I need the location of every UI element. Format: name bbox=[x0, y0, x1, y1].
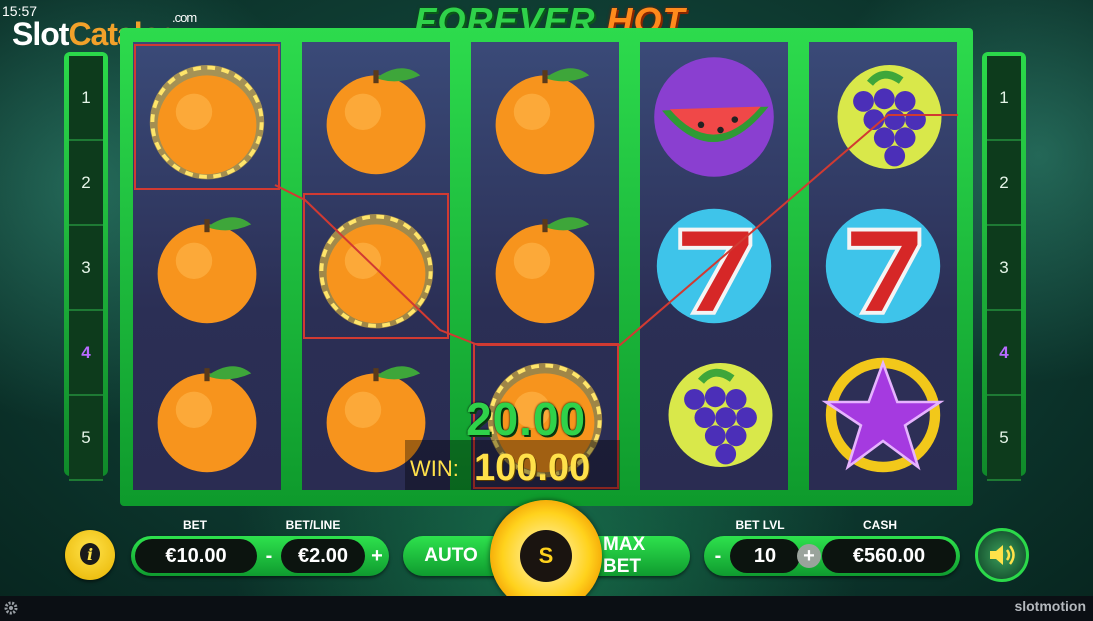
payline-left-4[interactable]: 4 bbox=[69, 311, 103, 396]
symbol-orange-icon bbox=[471, 42, 619, 192]
symbol-orange-icon bbox=[133, 191, 281, 341]
betlvl-cash-display: - 10 + €560.00 bbox=[704, 536, 960, 576]
symbol-grapes-icon bbox=[809, 42, 957, 192]
symbol-orange-icon bbox=[133, 340, 281, 490]
payline-indicator-left: 1 2 3 4 5 bbox=[64, 52, 108, 481]
info-button[interactable]: i bbox=[65, 530, 115, 580]
bet-label: BET bbox=[183, 518, 207, 532]
sound-button[interactable] bbox=[975, 528, 1029, 582]
payline-left-3[interactable]: 3 bbox=[69, 226, 103, 311]
symbol-orange-icon bbox=[471, 191, 619, 341]
betline-label: BET/LINE bbox=[285, 518, 341, 532]
cash-label: CASH bbox=[862, 518, 897, 532]
betlvl-plus-button[interactable]: + bbox=[797, 544, 821, 568]
total-win-amount: 100.00 bbox=[474, 447, 591, 489]
spin-icon: S bbox=[520, 530, 572, 582]
line-win-amount: 20.00 bbox=[466, 393, 587, 445]
symbol-star-icon bbox=[809, 340, 957, 490]
symbol-seven-icon bbox=[809, 191, 957, 341]
betline-plus-button[interactable]: + bbox=[365, 536, 389, 576]
betlvl-label: BET LVL bbox=[735, 518, 785, 532]
provider-logo: slotmotion bbox=[1014, 598, 1086, 614]
info-icon: i bbox=[80, 543, 100, 565]
watermark-suffix: .com bbox=[172, 10, 197, 25]
payline-right-2[interactable]: 2 bbox=[987, 141, 1021, 226]
payline-right-5[interactable]: 5 bbox=[987, 396, 1021, 481]
payline-left-2[interactable]: 2 bbox=[69, 141, 103, 226]
payline-left-5[interactable]: 5 bbox=[69, 396, 103, 481]
watermark-part1: Slot bbox=[12, 16, 69, 52]
symbol-orange-icon bbox=[302, 42, 450, 192]
betline-minus-button[interactable]: - bbox=[257, 536, 281, 576]
betline-value: €2.00 bbox=[281, 539, 365, 573]
bet-value: €10.00 bbox=[135, 539, 257, 573]
cash-value: €560.00 bbox=[822, 539, 956, 573]
symbol-watermelon-icon bbox=[640, 42, 788, 192]
payline-left-1[interactable]: 1 bbox=[69, 56, 103, 141]
win-box-reel1 bbox=[134, 44, 280, 190]
win-label: WIN: bbox=[410, 456, 459, 481]
reel-4 bbox=[640, 42, 788, 490]
payline-right-1[interactable]: 1 bbox=[987, 56, 1021, 141]
reel-5 bbox=[809, 42, 957, 490]
symbol-seven-icon bbox=[640, 191, 788, 341]
auto-button[interactable]: AUTO bbox=[413, 536, 489, 576]
betlvl-minus-button[interactable]: - bbox=[706, 536, 730, 576]
speaker-icon bbox=[990, 545, 1015, 565]
max-bet-button[interactable]: MAX BET bbox=[603, 534, 687, 577]
win-box-reel2 bbox=[303, 193, 449, 339]
bet-display: €10.00 - €2.00 + bbox=[131, 536, 389, 576]
payline-indicator-right: 1 2 3 4 5 bbox=[982, 52, 1026, 481]
gear-icon[interactable] bbox=[3, 600, 19, 616]
betlvl-value: 10 bbox=[730, 539, 800, 573]
payline-right-3[interactable]: 3 bbox=[987, 226, 1021, 311]
bottom-bar bbox=[0, 596, 1093, 621]
payline-right-4[interactable]: 4 bbox=[987, 311, 1021, 396]
symbol-grapes-icon bbox=[640, 340, 788, 490]
